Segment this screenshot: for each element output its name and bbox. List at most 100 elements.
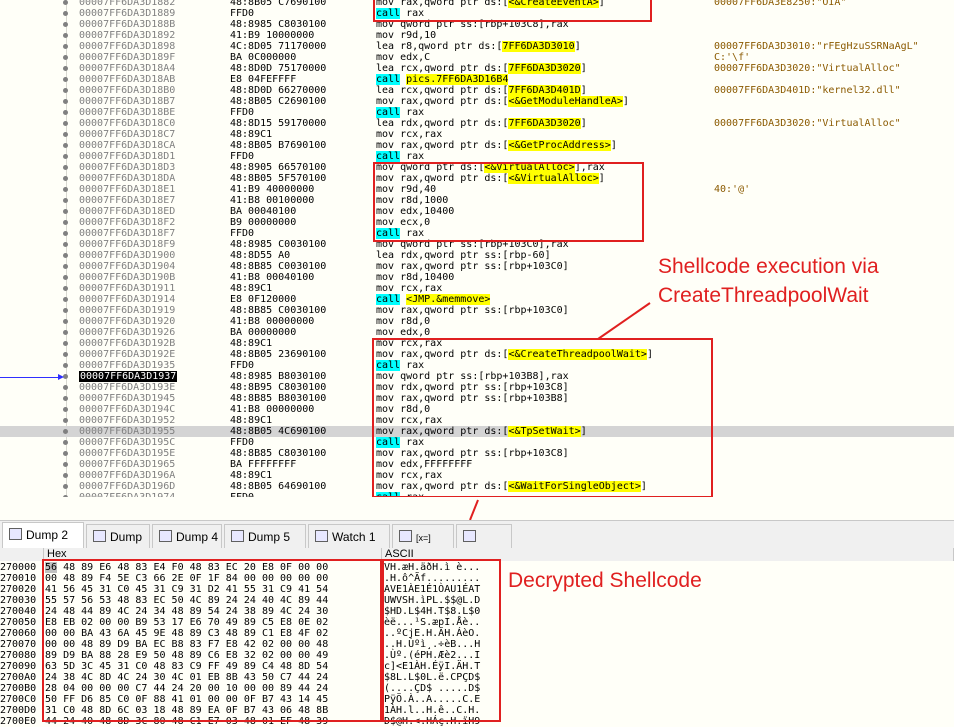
breakpoint-dot-icon[interactable] [63,308,68,313]
breakpoint-dot-icon[interactable] [63,319,68,324]
disasm-row[interactable]: 00007FF6DA3D18CA 48:8B05 B7690100 mov rax,… [0,140,954,151]
breakpoint-dot-icon[interactable] [63,198,68,203]
breakpoint-dot-icon[interactable] [63,11,68,16]
disasm-bytes: BA FFFFFFFF [230,459,297,470]
breakpoint-dot-icon[interactable] [63,110,68,115]
disasm-row[interactable]: 00007FF6DA3D1898 4C:8D05 71170000 lea r8,q… [0,41,954,52]
breakpoint-dot-icon[interactable] [63,187,68,192]
disasm-row[interactable]: 00007FF6DA3D18C0 48:8D15 59170000 lea rdx,… [0,118,954,129]
breakpoint-dot-icon[interactable] [63,176,68,181]
tab-locals[interactable]: [x=] Locals [392,524,454,569]
disasm-bytes: FFD0 [230,492,254,497]
disasm-instruction: call pics.7FF6DA3D16B4 [376,74,509,85]
breakpoint-dot-icon[interactable] [63,352,68,357]
disasm-row[interactable]: 00007FF6DA3D18B7 48:8B05 C2690100 mov rax,… [0,96,954,107]
breakpoint-dot-icon[interactable] [63,55,68,60]
breakpoint-dot-icon[interactable] [63,209,68,214]
breakpoint-dot-icon[interactable] [63,451,68,456]
disasm-address: 00007FF6DA3D18DA [79,173,176,184]
dump-panel[interactable]: Hex ASCII 270000 56 48 89 E6 48 83 E4 F0 … [0,548,954,727]
breakpoint-dot-icon[interactable] [63,154,68,159]
breakpoint-dot-icon[interactable] [63,242,68,247]
disasm-address: 00007FF6DA3D189F [79,52,176,63]
breakpoint-dot-icon[interactable] [63,462,68,467]
dump-address: 2700B0 [0,683,37,694]
dump-address: 270090 [0,661,37,672]
disasm-row[interactable]: 00007FF6DA3D18D1 FFD0 call rax [0,151,954,162]
disasm-address: 00007FF6DA3D192B [79,338,176,349]
breakpoint-dot-icon[interactable] [63,99,68,104]
breakpoint-dot-icon[interactable] [63,363,68,368]
breakpoint-dot-icon[interactable] [63,297,68,302]
breakpoint-dot-icon[interactable] [63,330,68,335]
disasm-address: 00007FF6DA3D1955 [79,426,176,437]
breakpoint-dot-icon[interactable] [63,44,68,49]
disasm-row[interactable]: 00007FF6DA3D1926 BA 00000000 mov edx,0 [0,327,954,338]
breakpoint-dot-icon[interactable] [63,220,68,225]
tab-icon [9,528,22,540]
disasm-instruction: call rax [376,107,425,118]
disasm-address: 00007FF6DA3D1935 [79,360,176,371]
breakpoint-dot-icon[interactable] [63,132,68,137]
disasm-bytes: 48:8D0D 75170000 [230,63,327,74]
tab-dump-5[interactable]: Dump 5 [224,524,306,548]
breakpoint-dot-icon[interactable] [63,253,68,258]
breakpoint-dot-icon[interactable] [63,275,68,280]
tab-dump-3[interactable]: Dump 3 [86,524,150,568]
disasm-instruction: lea rdx,qword ptr ss:[rbp-60] [376,250,551,261]
disasm-bytes: 48:8B95 C8030100 [230,382,327,393]
breakpoint-dot-icon[interactable] [63,121,68,126]
breakpoint-dot-icon[interactable] [63,396,68,401]
breakpoint-dot-icon[interactable] [63,0,68,5]
disasm-row[interactable]: 00007FF6DA3D18C7 48:89C1 mov rcx,rax [0,129,954,140]
annotation-connector [598,338,600,340]
disasm-row[interactable]: 00007FF6DA3D189F BA 0C000000 mov edx,C C:'\… [0,52,954,63]
dump-address: 2700A0 [0,672,37,683]
breakpoint-dot-icon[interactable] [63,418,68,423]
breakpoint-dot-icon[interactable] [63,165,68,170]
disasm-bytes: 4C:8D05 71170000 [230,41,327,52]
disasm-bytes: 48:8B05 5F570100 [230,173,327,184]
disasm-address: 00007FF6DA3D18D3 [79,162,176,173]
disasm-row[interactable]: 00007FF6DA3D18A4 48:8D0D 75170000 lea rcx,… [0,63,954,74]
disasm-row[interactable]: 00007FF6DA3D1892 41:B9 10000000 mov r9d,10 [0,30,954,41]
breakpoint-dot-icon[interactable] [63,473,68,478]
breakpoint-dot-icon[interactable] [63,264,68,269]
disasm-row[interactable]: 00007FF6DA3D18B0 48:8D0D 66270000 lea rcx,… [0,85,954,96]
breakpoint-dot-icon[interactable] [63,143,68,148]
tab-dump-2[interactable]: Dump 2 [2,522,84,549]
disasm-row[interactable]: 00007FF6DA3D18AB E8 04FEFFFF call pics.7FF… [0,74,954,85]
disasm-comment: 00007FF6DA3D401D:"kernel32.dll" [714,85,901,96]
disasm-address: 00007FF6DA3D18F2 [79,217,176,228]
disasm-address: 00007FF6DA3D192E [79,349,176,360]
tab-label: Dump 2 [26,528,69,542]
breakpoint-dot-icon[interactable] [63,33,68,38]
tab-icon [399,530,412,542]
breakpoint-dot-icon[interactable] [63,385,68,390]
breakpoint-dot-icon[interactable] [63,77,68,82]
dump-address: 270040 [0,606,37,617]
breakpoint-dot-icon[interactable] [63,22,68,27]
tab-dump-4[interactable]: Dump 4 [152,524,222,548]
tab-struct[interactable]: Struct [456,524,512,568]
breakpoint-dot-icon[interactable] [63,495,68,497]
breakpoint-dot-icon[interactable] [63,286,68,291]
tab-watch-1[interactable]: Watch 1 [308,524,390,548]
disasm-row[interactable]: 00007FF6DA3D18BE FFD0 call rax [0,107,954,118]
breakpoint-dot-icon[interactable] [63,429,68,434]
breakpoint-dot-icon[interactable] [63,440,68,445]
disasm-bytes: 48:8B05 64690100 [230,481,327,492]
disasm-bytes: 48:8B05 B7690100 [230,140,327,151]
breakpoint-dot-icon[interactable] [63,231,68,236]
tab-label: Dump 4 [176,530,219,544]
dump-address: 270060 [0,628,37,639]
breakpoint-dot-icon[interactable] [63,407,68,412]
breakpoint-dot-icon[interactable] [63,66,68,71]
disasm-row[interactable]: 00007FF6DA3D1920 41:B8 00000000 mov r8d,0 [0,316,954,327]
breakpoint-dot-icon[interactable] [63,484,68,489]
breakpoint-dot-icon[interactable] [63,88,68,93]
annotation-decrypted: Decrypted Shellcode [508,569,702,592]
breakpoint-dot-icon[interactable] [63,341,68,346]
disasm-bytes: E8 04FEFFFF [230,74,297,85]
disassembly-view[interactable]: 00007FF6DA3D1882 48:8B05 C7690100 mov rax,… [0,0,954,497]
